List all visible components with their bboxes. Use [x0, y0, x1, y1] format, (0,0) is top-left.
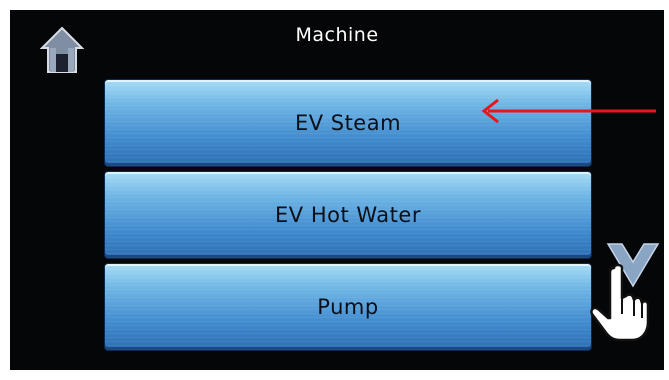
- page-title: Machine: [295, 24, 379, 46]
- ev-hot-water-button[interactable]: EV Hot Water: [105, 172, 591, 258]
- pointing-hand-icon: [590, 263, 650, 342]
- pump-button[interactable]: Pump: [105, 264, 591, 350]
- red-arrow-left-icon: [481, 98, 656, 124]
- ev-hot-water-label: EV Hot Water: [275, 203, 421, 227]
- photo-frame: Machine EV Steam EV Hot Water Pump: [0, 0, 669, 380]
- pump-label: Pump: [317, 295, 379, 319]
- touch-screen: Machine EV Steam EV Hot Water Pump: [10, 10, 664, 370]
